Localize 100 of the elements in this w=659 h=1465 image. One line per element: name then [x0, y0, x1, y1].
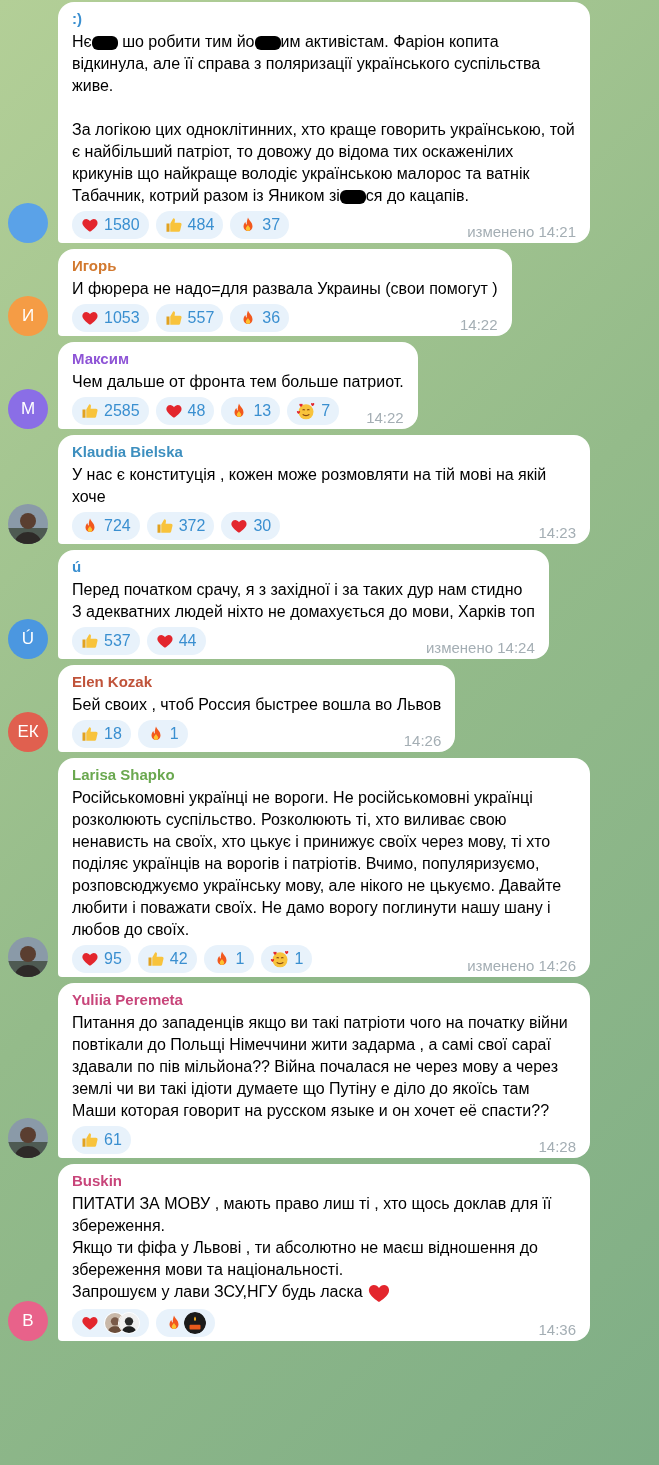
reaction-count: 18 [104, 724, 122, 744]
message-text: З адекватних людей ніхто не домахується до мови, Харків топ [72, 602, 535, 622]
avatar[interactable]: Ú [8, 619, 48, 659]
message-time: 14:26 [402, 731, 442, 751]
heart-icon [155, 632, 174, 650]
candle-icon [184, 1312, 206, 1334]
message-time: 14:22 [459, 315, 498, 335]
reaction-chip[interactable]: 1 [203, 945, 254, 973]
message-text: Перед початком срачу, я з західної і за таких дур нам стидно [72, 580, 524, 600]
author-name[interactable]: Buskin [72, 1170, 122, 1192]
reaction-chip[interactable]: 484 [155, 211, 224, 239]
thumbs-up-icon [164, 309, 183, 327]
avatar[interactable]: ЕК [8, 712, 48, 752]
reaction-count: 36 [262, 308, 281, 328]
message-time: изменено 14:21 [466, 222, 576, 242]
reaction-chip[interactable]: 1 [137, 720, 188, 748]
thumbs-up-icon [81, 402, 99, 420]
thumbs-up-icon [155, 517, 174, 535]
message-text: Якщо ти фіфа у Львові , ти абсолютно не маєш відношення до збереження мови та національності. [72, 1238, 539, 1280]
avatar[interactable]: И [8, 296, 48, 336]
reaction-chip[interactable] [156, 1309, 215, 1337]
reaction-count: 30 [253, 516, 272, 536]
reaction-chip[interactable]: 44 [146, 627, 206, 655]
author-name[interactable]: Yuliia Peremeta [72, 989, 183, 1011]
message-time: изменено 14:24 [424, 638, 535, 658]
author-name[interactable]: Максим [72, 348, 129, 370]
reaction-chip[interactable]: 61 [72, 1126, 131, 1154]
reaction-chip[interactable]: 42 [137, 945, 197, 973]
reaction-count: 724 [104, 516, 131, 536]
reaction-count: 484 [187, 215, 215, 235]
avatar[interactable]: М [8, 389, 48, 429]
reaction-chip[interactable]: 30 [221, 512, 281, 540]
heart-icon [164, 402, 183, 420]
message-text: За логікою цих одноклітинних, хто краще говорить українською, той є найбільший патріот, то довожу до відома тих оскаженілих крикунів що найкраще володіє українською малорос та ватнік Табачник, котрий разом із Яником зі ся до кацапів. [72, 120, 576, 206]
heart-icon [81, 309, 99, 327]
reaction-count: 42 [169, 949, 188, 969]
reaction-chip[interactable] [72, 1309, 149, 1337]
reaction-count: 1053 [104, 308, 140, 328]
reaction-count: 7 [321, 401, 331, 421]
reaction-count: 537 [104, 631, 131, 651]
message-time: 14:36 [537, 1320, 576, 1340]
reaction-chip[interactable]: 724 [72, 512, 140, 540]
reaction-chip[interactable]: 95 [72, 945, 131, 973]
message-text: Чем дальше от фронта тем больше патриот. [72, 372, 404, 392]
thumbs-up-icon [81, 632, 99, 650]
message-text: И фюрера не надо=для развала Украины (свои помогут ) [72, 279, 498, 299]
smiling-face-with-hearts-icon [269, 949, 290, 969]
reaction-count: 2585 [104, 401, 140, 421]
reaction-chip[interactable]: 48 [155, 397, 215, 425]
message-text: Нє шо робити тим йо им активістам. Фаріон копита відкинула, але її справа з поляризації українського суспільства живе. [72, 32, 542, 96]
reaction-chip[interactable]: 2585 [72, 397, 149, 425]
reaction-count: 48 [187, 401, 206, 421]
reaction-chip[interactable]: 1053 [72, 304, 149, 332]
reaction-chip[interactable]: 1580 [72, 211, 149, 239]
message-text: Запрошуєм у лави ЗСУ,НГУ будь ласка [72, 1281, 576, 1305]
author-name[interactable]: Игорь [72, 255, 117, 277]
heart-icon [81, 216, 99, 234]
reaction-count: 1580 [104, 215, 140, 235]
reaction-count: 37 [262, 215, 281, 235]
author-name[interactable]: Elen Kozak [72, 671, 153, 693]
heart-icon [81, 950, 99, 968]
reaction-chip[interactable]: 36 [230, 304, 290, 332]
smiling-face-with-hearts-icon [296, 401, 317, 421]
thumbs-up-icon [81, 1131, 99, 1149]
reaction-chip[interactable]: 557 [155, 304, 224, 332]
message-time: 14:23 [537, 523, 576, 543]
message-text: Бей своих , чтоб Россия быстрее вошла во Львов [72, 695, 442, 715]
reaction-count: 95 [104, 949, 122, 969]
reaction-count: 61 [104, 1130, 122, 1150]
reaction-count: 1 [169, 724, 179, 744]
reaction-chip[interactable]: 37 [230, 211, 290, 239]
heart-icon [230, 517, 249, 535]
thumbs-up-icon [164, 216, 183, 234]
author-name[interactable]: ú [72, 556, 82, 578]
message-time: 14:22 [365, 408, 404, 428]
author-name[interactable]: :) [72, 8, 82, 30]
reaction-count: 44 [178, 631, 197, 651]
message-time: 14:28 [537, 1137, 576, 1157]
reaction-count: 372 [178, 516, 206, 536]
message-text: У нас є конституція , кожен може розмовляти на тій мові на якій хоче [72, 465, 548, 507]
message-time: изменено 14:26 [466, 956, 576, 976]
reaction-chip[interactable]: 372 [146, 512, 215, 540]
message-text: ПИТАТИ ЗА МОВУ , мають право лиш ті , хто щось доклав для її збереження. [72, 1194, 553, 1236]
thumbs-up-icon [81, 725, 99, 743]
reaction-count: 1 [235, 949, 245, 969]
thumbs-up-icon [146, 950, 165, 968]
reaction-count: 13 [253, 401, 272, 421]
message-text: Російськомовні українці не вороги. Не російськомовні українці розколюють суспільство. Розколюють ті, хто виливає свою ненависть на своїх, хто цькує і принижує своїх через мову, ті хто поділяє українців на ворогів і патріотів. Вчимо, популяризуємо, розповсюджуємо українську мову, але нікого не цькуємо. Давайте любити і поважати своїх. Не дамо ворогу поглинути нашу шану і любов до своїх. [72, 788, 563, 940]
author-name[interactable]: Klaudia Bielska [72, 441, 183, 463]
reaction-chip[interactable]: 1 [260, 945, 313, 973]
reaction-chip[interactable]: 7 [287, 397, 340, 425]
reaction-chip[interactable]: 18 [72, 720, 131, 748]
reaction-chip[interactable]: 13 [221, 397, 281, 425]
avatar[interactable]: B [8, 1301, 48, 1341]
message-text: Питання до западенців якщо ви такі патріоти чого на початку війни повтікали до Польщі Німеччини жити задарма , а самі свої сараї здавали по пів мільйона?? Війна почалася не через мову а через землі чи ви такі ідіоти думаете що Путіну е діло до якоїсь там Маши которая говорит на русском языке и он хочет её спасти?? [72, 1013, 569, 1121]
reaction-count: 1 [294, 949, 304, 969]
reaction-count: 557 [187, 308, 215, 328]
reaction-chip[interactable]: 537 [72, 627, 140, 655]
heart-icon [81, 1314, 99, 1332]
author-name[interactable]: Larisa Shapko [72, 764, 175, 786]
